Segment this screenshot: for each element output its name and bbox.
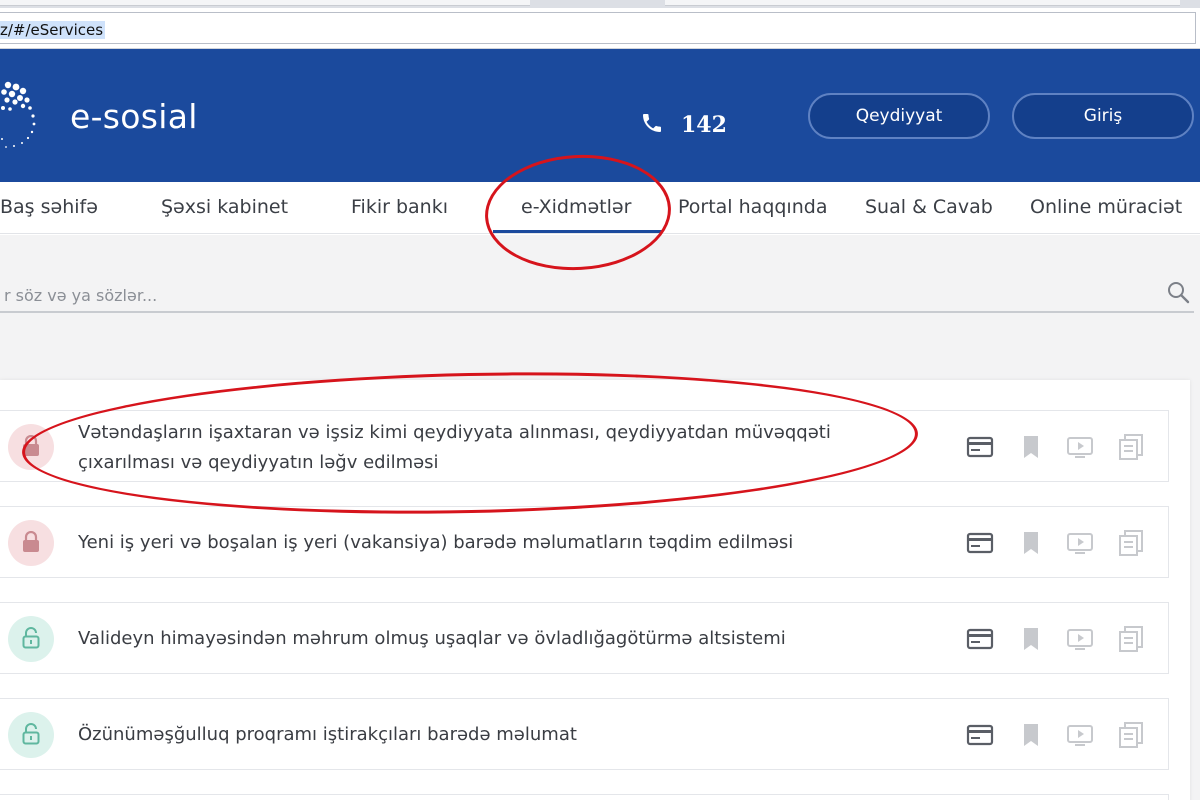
- service-row[interactable]: Yeni iş yeri və boşalan iş yeri (vakansi…: [0, 506, 1169, 578]
- login-button[interactable]: Giriş: [1012, 93, 1194, 139]
- card-icon[interactable]: [966, 625, 994, 653]
- service-row[interactable]: [0, 794, 1169, 800]
- phone-icon: [643, 114, 661, 132]
- search-area: [0, 235, 1200, 372]
- nav-active-indicator: [493, 230, 663, 233]
- service-title[interactable]: Valideyn himayəsindən məhrum olmuş uşaql…: [78, 624, 898, 654]
- service-title[interactable]: Yeni iş yeri və boşalan iş yeri (vakansi…: [78, 528, 898, 558]
- nav-item-home[interactable]: Baş səhifə: [0, 196, 98, 218]
- hotline-number[interactable]: 142: [681, 112, 727, 138]
- nav-item-online-appeal[interactable]: Online müraciət: [1030, 196, 1182, 218]
- services-list: Vətəndaşların işaxtaran və işsiz kimi qe…: [0, 380, 1190, 800]
- bookmark-icon[interactable]: [1017, 625, 1045, 653]
- lock-icon: [23, 435, 39, 456]
- unlock-icon: [22, 723, 40, 745]
- service-row[interactable]: Vətəndaşların işaxtaran və işsiz kimi qe…: [0, 410, 1169, 482]
- documents-icon[interactable]: [1117, 721, 1145, 749]
- lock-icon: [23, 531, 39, 552]
- nav-item-e-services[interactable]: e-Xidmətlər: [521, 196, 631, 218]
- nav-item-idea-bank[interactable]: Fikir bankı: [351, 196, 448, 218]
- service-row[interactable]: Özünüməşğulluq proqramı iştirakçıları ba…: [0, 698, 1169, 770]
- bookmark-icon[interactable]: [1017, 433, 1045, 461]
- nav-item-about-portal[interactable]: Portal haqqında: [678, 196, 827, 218]
- video-icon[interactable]: [1066, 625, 1094, 653]
- site-header: e-sosial 142 Qeydiyyat Giriş: [0, 49, 1200, 182]
- search-input[interactable]: [0, 279, 1194, 313]
- nav-item-faq[interactable]: Sual & Cavab: [865, 196, 993, 218]
- unlock-icon: [22, 627, 40, 649]
- card-icon[interactable]: [966, 721, 994, 749]
- service-row[interactable]: Valideyn himayəsindən məhrum olmuş uşaql…: [0, 602, 1169, 674]
- browser-tab[interactable]: [665, 0, 1180, 6]
- url-text[interactable]: z/#/eServices: [0, 21, 106, 39]
- documents-icon[interactable]: [1117, 433, 1145, 461]
- card-icon[interactable]: [966, 529, 994, 557]
- documents-icon[interactable]: [1117, 625, 1145, 653]
- register-button[interactable]: Qeydiyyat: [808, 93, 990, 139]
- video-icon[interactable]: [1066, 721, 1094, 749]
- video-icon[interactable]: [1066, 433, 1094, 461]
- video-icon[interactable]: [1066, 529, 1094, 557]
- services-panel: Vətəndaşların işaxtaran və işsiz kimi qe…: [0, 372, 1200, 800]
- dotted-circle-logo-icon[interactable]: [0, 75, 44, 151]
- bookmark-icon[interactable]: [1017, 721, 1045, 749]
- nav-item-personal-cabinet[interactable]: Şəxsi kabinet: [161, 196, 288, 218]
- browser-tab[interactable]: [0, 0, 530, 6]
- card-icon[interactable]: [966, 433, 994, 461]
- documents-icon[interactable]: [1117, 529, 1145, 557]
- status-badge: [8, 424, 54, 470]
- main-nav: Baş səhifə Şəxsi kabinet Fikir bankı e-X…: [0, 182, 1200, 234]
- status-badge: [8, 616, 54, 662]
- bookmark-icon[interactable]: [1017, 529, 1045, 557]
- browser-address-bar: z/#/eServices: [0, 8, 1200, 49]
- url-field[interactable]: z/#/eServices: [0, 12, 1196, 44]
- service-title[interactable]: Özünüməşğulluq proqramı iştirakçıları ba…: [78, 720, 898, 750]
- search-icon[interactable]: [1166, 280, 1190, 304]
- status-badge: [8, 520, 54, 566]
- browser-tab-strip: [0, 0, 1200, 8]
- service-title[interactable]: Vətəndaşların işaxtaran və işsiz kimi qe…: [78, 418, 898, 478]
- status-badge: [8, 712, 54, 758]
- brand-name[interactable]: e-sosial: [70, 97, 198, 136]
